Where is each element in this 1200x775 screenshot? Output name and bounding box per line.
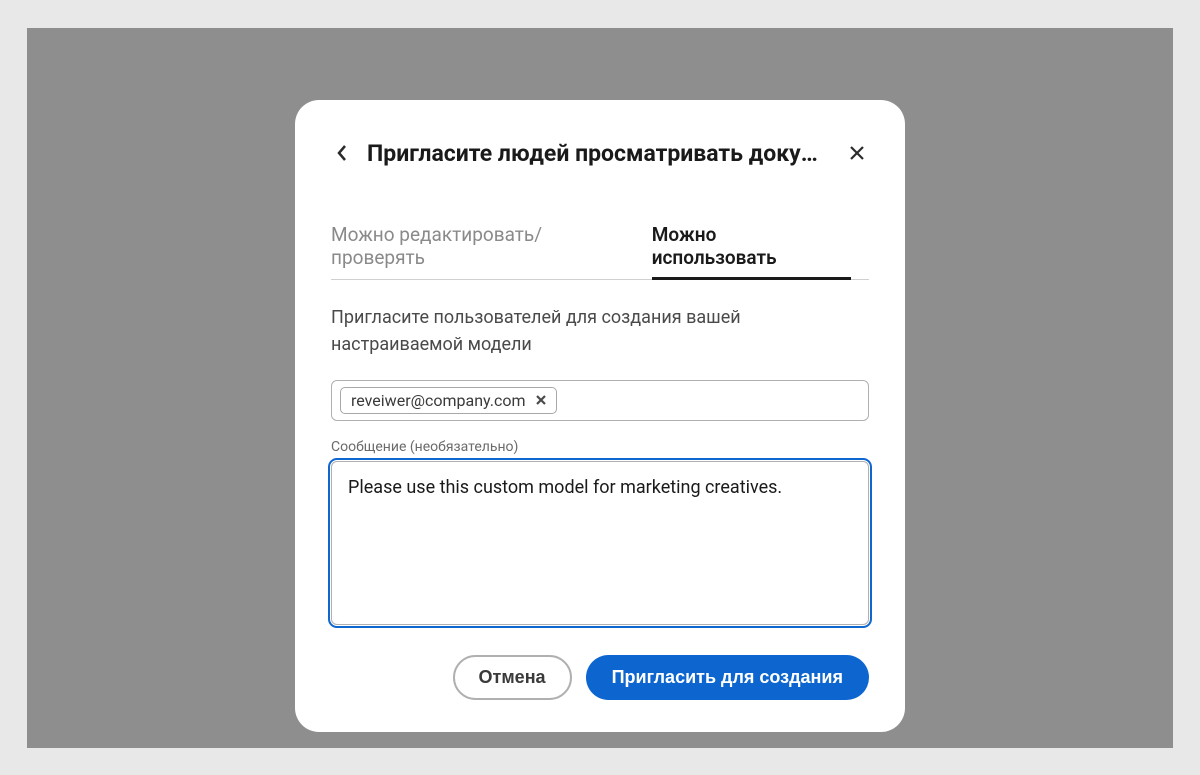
tabs: Можно редактировать/проверять Можно испо… [331,223,869,280]
tab-can-edit[interactable]: Можно редактировать/проверять [331,223,616,279]
dialog-footer: Отмена Пригласить для создания [331,655,869,700]
tab-can-use[interactable]: Можно использовать [652,223,833,279]
invite-submit-button[interactable]: Пригласить для создания [586,655,869,700]
invite-dialog: Пригласите людей просматривать докум… Мо… [295,100,905,732]
dialog-header: Пригласите людей просматривать докум… [331,140,869,167]
back-button[interactable] [331,142,353,164]
chip-remove-button[interactable] [534,393,548,407]
close-icon [536,395,546,405]
email-chip: reveiwer@company.com [340,387,557,414]
message-textarea[interactable] [331,461,869,625]
dialog-backdrop: Пригласите людей просматривать докум… Мо… [27,28,1173,748]
cancel-button[interactable]: Отмена [453,655,572,700]
close-icon [849,145,865,161]
email-input[interactable]: reveiwer@company.com [331,380,869,421]
close-button[interactable] [845,141,869,165]
dialog-title: Пригласите людей просматривать докум… [367,140,833,167]
instruction-text: Пригласите пользователей для создания ва… [331,304,869,358]
chevron-left-icon [336,144,348,162]
message-label: Сообщение (необязательно) [331,439,869,455]
email-chip-text: reveiwer@company.com [351,391,526,410]
